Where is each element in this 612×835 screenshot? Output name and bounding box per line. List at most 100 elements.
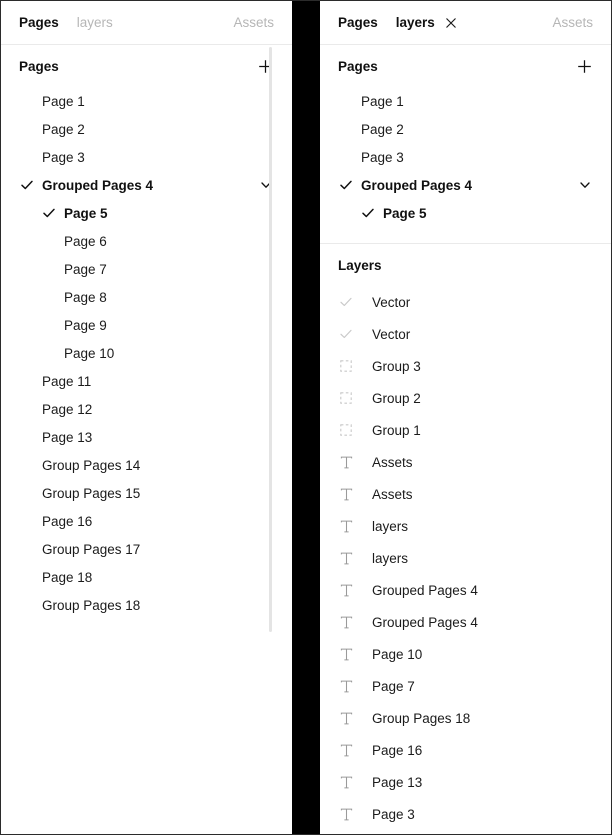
page-row-label: Page 7 xyxy=(64,261,107,277)
layer-row-label: Page 10 xyxy=(372,646,423,662)
right-pages-list: Page 1 Page 2 Page 3 Grouped Pages 4 Page 5 xyxy=(320,87,611,229)
page-row[interactable]: Group Pages 17 xyxy=(1,535,292,563)
layer-row-label: Page 16 xyxy=(372,742,423,758)
layer-row[interactable]: Assets xyxy=(320,446,611,478)
page-row-label: Page 16 xyxy=(42,513,93,529)
layer-row-label: Grouped Pages 4 xyxy=(372,582,478,598)
page-row[interactable]: Page 10 xyxy=(1,339,292,367)
page-row[interactable]: Group Pages 18 xyxy=(1,591,292,619)
layer-row[interactable]: Page 16 xyxy=(320,734,611,766)
group-frame-icon xyxy=(338,422,354,438)
left-tab-bar: Pages layers Assets xyxy=(1,1,292,45)
group-frame-icon xyxy=(338,358,354,374)
tab-assets[interactable]: Assets xyxy=(233,15,274,30)
tab-assets[interactable]: Assets xyxy=(552,15,593,30)
page-row[interactable]: Page 5 xyxy=(320,199,611,227)
page-row-label: Page 1 xyxy=(361,93,404,109)
page-row[interactable]: Page 2 xyxy=(1,115,292,143)
group-frame-icon xyxy=(338,390,354,406)
page-row-label: Page 18 xyxy=(42,569,93,585)
page-row[interactable]: Page 6 xyxy=(1,227,292,255)
layer-row[interactable]: Vector xyxy=(320,286,611,318)
page-row[interactable]: Page 8 xyxy=(1,283,292,311)
page-row[interactable]: Page 16 xyxy=(1,507,292,535)
plus-icon[interactable] xyxy=(575,57,593,75)
page-row-label: Page 5 xyxy=(383,205,427,221)
page-row-label: Page 6 xyxy=(64,233,107,249)
page-row[interactable]: Page 1 xyxy=(1,87,292,115)
layer-row[interactable]: Grouped Pages 4 xyxy=(320,606,611,638)
page-row[interactable]: Grouped Pages 4 xyxy=(320,171,611,199)
page-row[interactable]: Page 1 xyxy=(320,87,611,115)
page-row[interactable]: Page 12 xyxy=(1,395,292,423)
layer-row[interactable]: layers xyxy=(320,510,611,542)
layer-row-label: Page 3 xyxy=(372,806,415,822)
check-icon xyxy=(41,205,57,221)
page-row-label: Page 11 xyxy=(42,373,92,389)
layer-row-label: Assets xyxy=(372,454,413,470)
page-row[interactable]: Page 2 xyxy=(320,115,611,143)
page-row[interactable]: Group Pages 14 xyxy=(1,451,292,479)
layer-row-label: Group Pages 18 xyxy=(372,710,471,726)
page-row-label: Page 10 xyxy=(64,345,115,361)
layer-row[interactable]: Vector xyxy=(320,318,611,350)
page-row-label: Page 3 xyxy=(361,149,404,165)
page-row-label: Group Pages 17 xyxy=(42,541,141,557)
page-row[interactable]: Group Pages 15 xyxy=(1,479,292,507)
layer-row[interactable]: Page 3 xyxy=(320,798,611,830)
layer-row[interactable]: Group 3 xyxy=(320,350,611,382)
layer-row[interactable]: layers xyxy=(320,542,611,574)
layer-row-label: Group 2 xyxy=(372,390,421,406)
tab-layers[interactable]: layers xyxy=(396,16,435,30)
layer-row-label: Group 1 xyxy=(372,422,421,438)
page-row-label: Page 1 xyxy=(42,93,85,109)
text-layer-icon xyxy=(338,774,354,790)
tab-pages[interactable]: Pages xyxy=(338,16,378,30)
close-icon[interactable] xyxy=(443,15,459,31)
figma-panels-screenshot: Pages layers Assets Pages Page 1 Page 2 Pa… xyxy=(0,0,612,835)
page-row-label: Grouped Pages 4 xyxy=(42,177,154,193)
page-row[interactable]: Page 3 xyxy=(1,143,292,171)
layers-list: Vector Vector Group 3 Group 2 Group 1 Assets A… xyxy=(320,286,611,830)
text-layer-icon xyxy=(338,614,354,630)
left-panel: Pages layers Assets Pages Page 1 Page 2 Pa… xyxy=(1,1,292,834)
page-row-label: Page 2 xyxy=(361,121,404,137)
layer-row[interactable]: Group Pages 18 xyxy=(320,702,611,734)
page-row[interactable]: Page 13 xyxy=(1,423,292,451)
page-row[interactable]: Grouped Pages 4 xyxy=(1,171,292,199)
layer-row-label: Vector xyxy=(372,326,411,342)
check-icon xyxy=(360,205,376,221)
text-layer-icon xyxy=(338,710,354,726)
layer-row[interactable]: Page 13 xyxy=(320,766,611,798)
layer-row[interactable]: Group 2 xyxy=(320,382,611,414)
page-row[interactable]: Page 5 xyxy=(1,199,292,227)
layer-row[interactable]: Page 10 xyxy=(320,638,611,670)
chevron-down-icon[interactable] xyxy=(577,177,593,193)
right-pages-section-header: Pages xyxy=(320,45,611,87)
layer-row-label: Vector xyxy=(372,294,411,310)
left-panel-scrollbar[interactable] xyxy=(269,47,272,632)
tab-pages[interactable]: Pages xyxy=(19,16,59,30)
text-layer-icon xyxy=(338,454,354,470)
tab-layers[interactable]: layers xyxy=(77,16,113,30)
page-row[interactable]: Page 3 xyxy=(320,143,611,171)
pages-section-title: Pages xyxy=(338,58,378,74)
check-icon xyxy=(19,177,35,193)
layer-row[interactable]: Group 1 xyxy=(320,414,611,446)
left-pages-list: Page 1 Page 2 Page 3 Grouped Pages 4 Page 5 P… xyxy=(1,87,292,621)
page-row-label: Page 3 xyxy=(42,149,85,165)
page-row[interactable]: Page 11 xyxy=(1,367,292,395)
layer-row[interactable]: Page 7 xyxy=(320,670,611,702)
page-row-label: Page 5 xyxy=(64,205,108,221)
page-row[interactable]: Page 18 xyxy=(1,563,292,591)
layer-row[interactable]: Assets xyxy=(320,478,611,510)
layer-row[interactable]: Grouped Pages 4 xyxy=(320,574,611,606)
text-layer-icon xyxy=(338,806,354,822)
vector-check-icon xyxy=(338,326,354,342)
layer-row-label: Page 7 xyxy=(372,678,415,694)
page-row[interactable]: Page 9 xyxy=(1,311,292,339)
layer-row-label: Grouped Pages 4 xyxy=(372,614,478,630)
layer-row-label: Assets xyxy=(372,486,413,502)
page-row[interactable]: Page 7 xyxy=(1,255,292,283)
right-panel: Pages layers Assets Pages Page 1 Page 2 Pa… xyxy=(320,1,611,834)
